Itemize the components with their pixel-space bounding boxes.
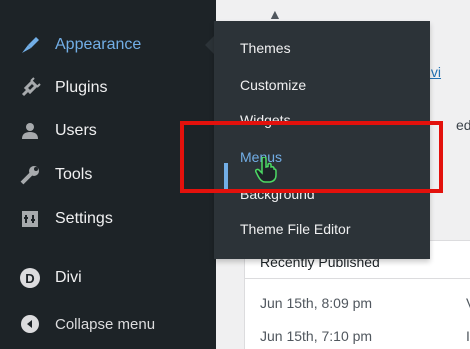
sidebar-item-settings[interactable]: Settings xyxy=(0,199,216,239)
paintbrush-icon xyxy=(18,33,42,57)
settings-icon xyxy=(18,207,42,231)
user-icon xyxy=(18,119,42,143)
sidebar-item-label: Divi xyxy=(55,269,82,286)
divider xyxy=(244,278,470,279)
sidebar-item-label: Collapse menu xyxy=(55,315,156,333)
list-item-date: Jun 15th, 8:09 pm xyxy=(260,295,373,311)
flyout-pointer xyxy=(205,36,214,54)
sidebar-item-plugins[interactable]: Plugins xyxy=(0,68,216,108)
list-item-title[interactable]: I xyxy=(466,328,470,344)
highlight-box xyxy=(180,121,443,193)
submenu-item-customize[interactable]: Customize xyxy=(240,77,306,93)
collapse-menu-button[interactable]: Collapse menu xyxy=(0,304,216,344)
submenu-item-themes[interactable]: Themes xyxy=(240,40,291,56)
wrench-icon xyxy=(18,163,42,187)
plug-icon xyxy=(18,76,42,100)
divi-icon: D xyxy=(18,266,42,290)
dashboard-icon: ▲ xyxy=(268,6,282,22)
sidebar-item-label: Users xyxy=(55,122,97,139)
sidebar-item-label: Tools xyxy=(55,166,93,183)
collapse-icon xyxy=(18,312,42,336)
sidebar-item-label: Settings xyxy=(55,210,113,227)
sidebar-item-appearance[interactable]: Appearance xyxy=(0,25,216,65)
hand-cursor-icon xyxy=(255,157,277,183)
list-item-title[interactable]: V xyxy=(466,295,470,311)
sidebar-item-divi[interactable]: D Divi xyxy=(0,258,216,298)
notice-text: ed re xyxy=(456,117,470,133)
submenu-item-theme-file-editor[interactable]: Theme File Editor xyxy=(240,221,350,237)
sidebar-item-label: Plugins xyxy=(55,79,108,96)
list-item-date: Jun 15th, 7:10 pm xyxy=(260,328,373,344)
sidebar-item-label: Appearance xyxy=(55,36,142,53)
